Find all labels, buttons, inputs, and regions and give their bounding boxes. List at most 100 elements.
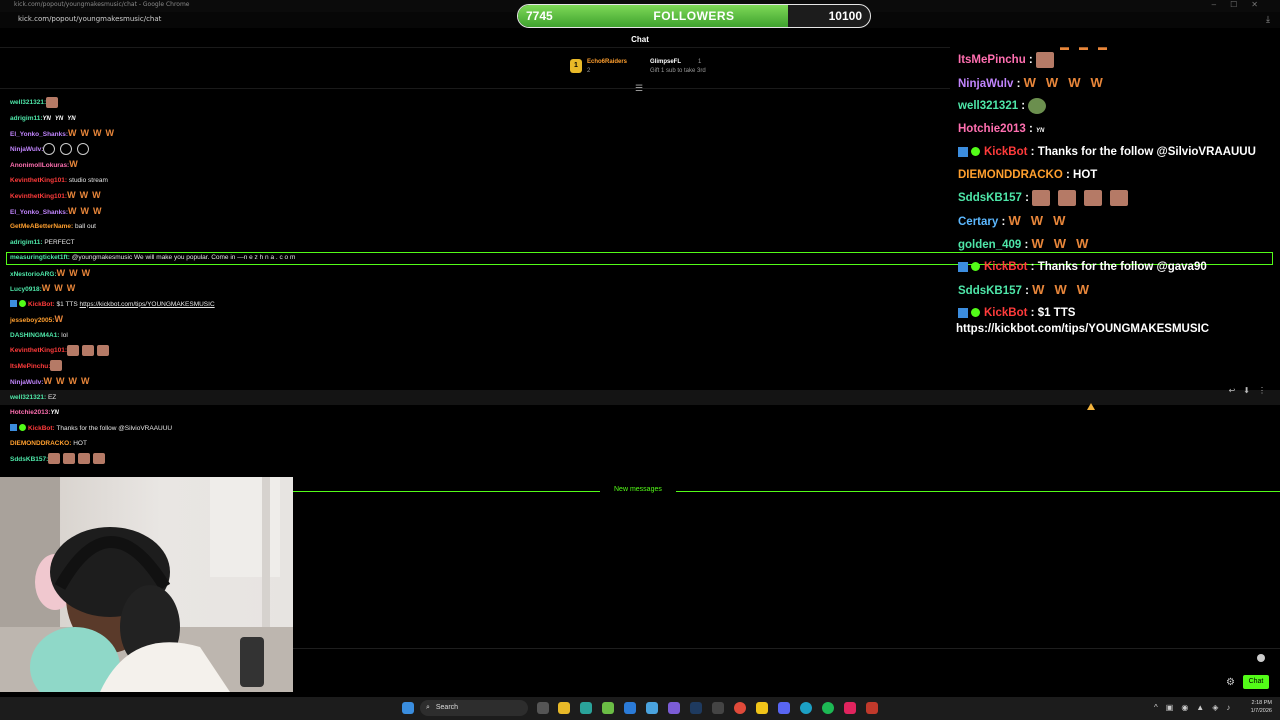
window-controls[interactable]: –☐✕	[1212, 0, 1272, 9]
chat-username[interactable]: KickBot:	[28, 301, 55, 308]
emote-icon: W	[43, 376, 52, 386]
emote-icon: W	[80, 376, 90, 386]
verified-badge-icon	[971, 308, 980, 318]
overlay-link-text[interactable]: https://kickbot.com/tips/YOUNGMAKESMUSIC	[956, 323, 1209, 335]
chat-overlay-large: ItsMePinchu : NinjaWulv : W W W Wwell321321…	[958, 50, 1278, 326]
chat-username[interactable]: KickBot:	[28, 425, 55, 432]
emote-icon: W	[79, 190, 89, 200]
overlay-username[interactable]: well321321	[958, 100, 1018, 112]
edge-icon[interactable]	[800, 702, 812, 714]
chat-username[interactable]: well321321:	[10, 394, 46, 401]
app-icon-9[interactable]	[844, 702, 856, 714]
chat-message-text: studio stream	[67, 176, 108, 184]
moderator-badge-icon	[10, 300, 17, 308]
overlay-username[interactable]: Hotchie2013	[958, 123, 1026, 135]
new-messages-label[interactable]: New messages	[600, 486, 676, 493]
app-icon-6[interactable]	[690, 702, 702, 714]
overlay-username[interactable]: KickBot	[984, 307, 1027, 319]
app-icon-1[interactable]	[580, 702, 592, 714]
emoji-icon[interactable]	[1257, 654, 1265, 662]
overlay-chat-message: KickBot : Thanks for the follow @SilvioV…	[958, 142, 1278, 165]
chat-username[interactable]: GetMeABetterName:	[10, 223, 73, 230]
chat-username[interactable]: El_Yonko_Shanks:	[10, 209, 68, 216]
overlay-username[interactable]: golden_409	[958, 239, 1021, 251]
chat-username[interactable]: ItsMePinchu:	[10, 363, 50, 370]
chat-username[interactable]: DASHINGM4A1:	[10, 332, 59, 339]
app-icon-10[interactable]	[866, 702, 878, 714]
app-icon-3[interactable]	[624, 702, 636, 714]
emote-icon: W	[81, 267, 91, 278]
chat-username[interactable]: KevinthetKing101:	[10, 193, 67, 200]
overlay-username[interactable]: Certary	[958, 216, 998, 228]
app-icon-2[interactable]	[602, 702, 614, 714]
discord-icon[interactable]	[778, 702, 790, 714]
overlay-username[interactable]: SddsKB157	[958, 285, 1022, 297]
second-username[interactable]: GlimpseFL	[650, 59, 681, 65]
chat-username[interactable]: SddsKB157:	[10, 456, 48, 463]
download-icon[interactable]: ⤓	[1266, 14, 1270, 25]
app-icon-7[interactable]	[712, 702, 724, 714]
overlay-link[interactable]: https://kickbot.com/tips/YOUNGMAKESMUSIC	[956, 323, 1209, 335]
overlay-message-text: $1 TTS	[1037, 307, 1076, 319]
emote-image-icon	[1035, 51, 1054, 68]
chat-username[interactable]: adrigim11:	[10, 239, 43, 246]
taskbar-search[interactable]: ⌕ Search	[420, 700, 528, 716]
chat-username[interactable]: measuringticket1ft:	[10, 254, 70, 261]
emote-icon: W	[55, 376, 65, 386]
app-icon-4[interactable]	[646, 702, 658, 714]
message-actions[interactable]: ↩⬇⋮	[1229, 386, 1274, 395]
system-tray-icons[interactable]: ^▣◉▲◈♪	[1154, 703, 1238, 712]
chat-username[interactable]: KevinthetKing101:	[10, 347, 67, 354]
chat-username[interactable]: DIEMONDDRACKO:	[10, 440, 71, 447]
address-url[interactable]: kick.com/popout/youngmakesmusic/chat	[18, 15, 161, 23]
chat-username[interactable]: AnonimollLokuras:	[10, 162, 69, 169]
chat-message: DIEMONDDRACKO: HOT	[10, 437, 610, 453]
emote-image-icon	[50, 360, 63, 372]
chat-username[interactable]: El_Yonko_Shanks:	[10, 131, 68, 138]
clock-date: 1/7/2026	[1250, 708, 1272, 714]
emote-image-icon	[63, 453, 76, 465]
chat-username[interactable]: NinjaWulv:	[10, 146, 43, 153]
chat-username[interactable]: NinjaWulv:	[10, 379, 43, 386]
emote-icon: W	[1053, 236, 1067, 251]
emote-icon: W	[1008, 213, 1021, 228]
leader-username[interactable]: Echo6Raiders	[587, 59, 627, 65]
chat-message-text: @youngmakesmusic We will make you popula…	[69, 254, 296, 261]
emote-icon: W	[1090, 75, 1103, 90]
chrome-icon[interactable]	[734, 702, 746, 714]
emote-image-icon	[82, 344, 95, 356]
chat-message: NinjaWulv:W W W W	[10, 375, 610, 391]
chat-username[interactable]: xNestorioARG:	[10, 271, 57, 278]
app-icon-8[interactable]	[756, 702, 768, 714]
task-view-icon[interactable]	[537, 702, 549, 714]
overlay-username[interactable]: KickBot	[984, 261, 1027, 273]
chat-username[interactable]: well321321:	[10, 99, 46, 106]
emote-image-icon	[1110, 189, 1129, 206]
send-chat-button[interactable]: Chat	[1243, 675, 1269, 689]
overlay-username[interactable]: DIEMONDDRACKO	[958, 169, 1063, 181]
chat-input-border[interactable]	[293, 648, 1280, 649]
emote-yn-icon: YN	[50, 410, 59, 416]
chat-message: NinjaWulv:	[10, 142, 610, 159]
overlay-username[interactable]: SddsKB157	[958, 192, 1022, 204]
overlay-separator: :	[1021, 285, 1033, 297]
chat-username[interactable]: jesseboy2005:	[10, 317, 54, 324]
gear-icon[interactable]: ⚙	[1226, 677, 1235, 688]
system-clock[interactable]: 2:18 PM 1/7/2026	[1251, 699, 1272, 715]
windows-start-icon[interactable]	[402, 702, 414, 714]
app-icon-5[interactable]	[668, 702, 680, 714]
emote-icon: W	[93, 205, 102, 216]
chat-username[interactable]: Lucy0918:	[10, 286, 42, 293]
chat-username[interactable]: KevinthetKing101:	[10, 177, 67, 184]
spotify-icon[interactable]	[822, 702, 834, 714]
moderator-badge-icon	[958, 261, 968, 272]
chat-message: El_Yonko_Shanks:W W W W	[10, 127, 610, 143]
overlay-username[interactable]: NinjaWulv	[958, 78, 1013, 90]
file-explorer-icon[interactable]	[558, 702, 570, 714]
chat-message-link[interactable]: https://kickbot.com/tips/YOUNGMAKESMUSIC	[80, 301, 215, 308]
chat-message: AnonimollLokuras:W	[10, 158, 610, 174]
overlay-username[interactable]: KickBot	[984, 146, 1027, 158]
chat-username[interactable]: adrigim11:	[10, 115, 43, 122]
chat-username[interactable]: Hotchie2013:	[10, 409, 50, 416]
overlay-username[interactable]: ItsMePinchu	[958, 54, 1026, 66]
